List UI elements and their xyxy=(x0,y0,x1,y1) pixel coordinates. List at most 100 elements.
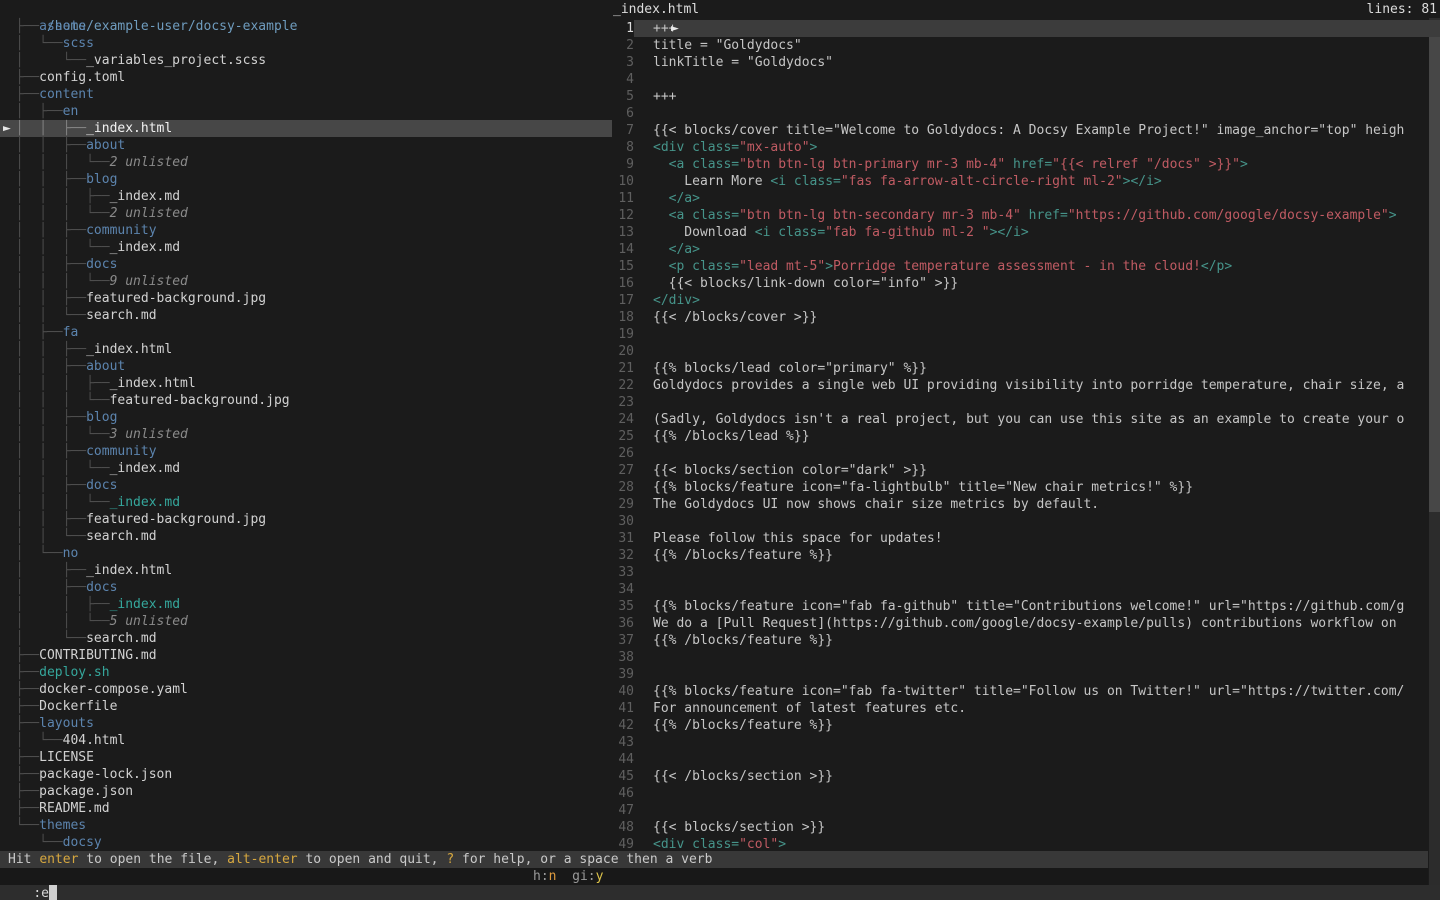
tree-item-no[interactable]: │ └──no xyxy=(0,545,612,562)
tree-item-_index.md[interactable]: │ │ │ └──_index.md xyxy=(0,460,612,477)
preview-line-26[interactable]: 26 xyxy=(604,445,1440,462)
preview-line-27[interactable]: 27{{< blocks/section color="dark" >}} xyxy=(604,462,1440,479)
preview-line-43[interactable]: 43 xyxy=(604,734,1440,751)
tree-item-2-unlisted[interactable]: │ │ │ └──2 unlisted xyxy=(0,205,612,222)
preview-line-20[interactable]: 20 xyxy=(604,343,1440,360)
preview-line-12[interactable]: 12 <a class="btn btn-lg btn-secondary mr… xyxy=(604,207,1440,224)
tree-item-docsy[interactable]: └──docsy xyxy=(0,834,612,851)
preview-line-4[interactable]: 4 xyxy=(604,71,1440,88)
tree-item-community[interactable]: │ │ ├──community xyxy=(0,443,612,460)
tree-item-package.json[interactable]: ├──package.json xyxy=(0,783,612,800)
tree-item-_index.html[interactable]: │ │ │ ├──_index.html xyxy=(0,375,612,392)
tree-item-_index.html[interactable]: │ ├──_index.html xyxy=(0,562,612,579)
tree-item-_index.html[interactable]: │ │ ├──_index.html xyxy=(0,341,612,358)
tree-item-_variables_project.scss[interactable]: │ └──_variables_project.scss xyxy=(0,52,612,69)
preview-line-29[interactable]: 29The Goldydocs UI now shows chair size … xyxy=(604,496,1440,513)
tree-item-search.md[interactable]: │ │ └──search.md xyxy=(0,528,612,545)
tree-item-license[interactable]: ├──LICENSE xyxy=(0,749,612,766)
tree-item-layouts[interactable]: ├──layouts xyxy=(0,715,612,732)
preview-line-14[interactable]: 14 </a> xyxy=(604,241,1440,258)
tree-item-community[interactable]: │ │ ├──community xyxy=(0,222,612,239)
preview-line-24[interactable]: 24(Sadly, Goldydocs isn't a real project… xyxy=(604,411,1440,428)
preview-line-31[interactable]: 31Please follow this space for updates! xyxy=(604,530,1440,547)
preview-line-44[interactable]: 44 xyxy=(604,751,1440,768)
tree-item-about[interactable]: │ │ ├──about xyxy=(0,358,612,375)
preview-line-13[interactable]: 13 Download <i class="fab fa-github ml-2… xyxy=(604,224,1440,241)
preview-line-34[interactable]: 34 xyxy=(604,581,1440,598)
preview-line-1[interactable]: 1►+++ xyxy=(604,20,1440,37)
preview-line-22[interactable]: 22Goldydocs provides a single web UI pro… xyxy=(604,377,1440,394)
tree-item-search.md[interactable]: │ └──search.md xyxy=(0,630,612,647)
tree-item-docker-compose.yaml[interactable]: ├──docker-compose.yaml xyxy=(0,681,612,698)
tree-item-config.toml[interactable]: ├──config.toml xyxy=(0,69,612,86)
preview-line-46[interactable]: 46 xyxy=(604,785,1440,802)
preview-line-32[interactable]: 32{{% /blocks/feature %}} xyxy=(604,547,1440,564)
tree-item-search.md[interactable]: │ │ └──search.md xyxy=(0,307,612,324)
preview-line-23[interactable]: 23 xyxy=(604,394,1440,411)
preview-line-33[interactable]: 33 xyxy=(604,564,1440,581)
tree-item-en[interactable]: │ ├──en xyxy=(0,103,612,120)
preview-line-11[interactable]: 11 </a> xyxy=(604,190,1440,207)
command-input-bar[interactable]: :e h:n gi:y xyxy=(0,868,1428,885)
tree-item-2-unlisted[interactable]: │ │ │ └──2 unlisted xyxy=(0,154,612,171)
tree-item-docs[interactable]: │ ├──docs xyxy=(0,579,612,596)
preview-line-30[interactable]: 30 xyxy=(604,513,1440,530)
tree-item-_index.md[interactable]: │ │ ├──_index.md xyxy=(0,596,612,613)
tree-item-blog[interactable]: │ │ ├──blog xyxy=(0,171,612,188)
tree-item-5-unlisted[interactable]: │ │ └──5 unlisted xyxy=(0,613,612,630)
preview-line-37[interactable]: 37{{% /blocks/feature %}} xyxy=(604,632,1440,649)
command-input-value[interactable]: :e xyxy=(33,886,49,900)
preview-line-48[interactable]: 48{{< blocks/section >}} xyxy=(604,819,1440,836)
preview-line-38[interactable]: 38 xyxy=(604,649,1440,666)
preview-line-15[interactable]: 15 <p class="lead mt-5">Porridge tempera… xyxy=(604,258,1440,275)
preview-line-17[interactable]: 17</div> xyxy=(604,292,1440,309)
tree-item-_index.html[interactable]: ► │ │ ├──_index.html xyxy=(0,120,612,137)
preview-line-6[interactable]: 6 xyxy=(604,105,1440,122)
tree-item-content[interactable]: ├──content xyxy=(0,86,612,103)
preview-line-7[interactable]: 7{{< blocks/cover title="Welcome to Gold… xyxy=(604,122,1440,139)
preview-line-9[interactable]: 9 <a class="btn btn-lg btn-primary mr-3 … xyxy=(604,156,1440,173)
preview-line-47[interactable]: 47 xyxy=(604,802,1440,819)
preview-line-42[interactable]: 42{{% /blocks/feature %}} xyxy=(604,717,1440,734)
tree-item-featured-background.jpg[interactable]: │ │ │ └──featured-background.jpg xyxy=(0,392,612,409)
preview-line-40[interactable]: 40{{% blocks/feature icon="fab fa-twitte… xyxy=(604,683,1440,700)
tree-item-scss[interactable]: │ └──scss xyxy=(0,35,612,52)
tree-item-deploy.sh[interactable]: ├──deploy.sh xyxy=(0,664,612,681)
preview-line-25[interactable]: 25{{% /blocks/lead %}} xyxy=(604,428,1440,445)
tree-item-_index.md[interactable]: │ │ │ └──_index.md xyxy=(0,494,612,511)
tree-root-path[interactable]: /home/example-user/docsy-example xyxy=(0,1,612,18)
tree-item-blog[interactable]: │ │ ├──blog xyxy=(0,409,612,426)
preview-line-45[interactable]: 45{{< /blocks/section >}} xyxy=(604,768,1440,785)
tree-item-themes[interactable]: └──themes xyxy=(0,817,612,834)
preview-line-19[interactable]: 19 xyxy=(604,326,1440,343)
tree-item-docs[interactable]: │ │ ├──docs xyxy=(0,256,612,273)
tree-item-_index.md[interactable]: │ │ │ ├──_index.md xyxy=(0,188,612,205)
preview-line-2[interactable]: 2title = "Goldydocs" xyxy=(604,37,1440,54)
tree-item-readme.md[interactable]: ├──README.md xyxy=(0,800,612,817)
preview-line-36[interactable]: 36We do a [Pull Request](https://github.… xyxy=(604,615,1440,632)
preview-line-8[interactable]: 8<div class="mx-auto"> xyxy=(604,139,1440,156)
tree-item-_index.md[interactable]: │ │ │ └──_index.md xyxy=(0,239,612,256)
tree-item-assets[interactable]: ├──assets xyxy=(0,18,612,35)
tree-item-docs[interactable]: │ │ ├──docs xyxy=(0,477,612,494)
preview-line-10[interactable]: 10 Learn More <i class="fas fa-arrow-alt… xyxy=(604,173,1440,190)
preview-line-28[interactable]: 28{{% blocks/feature icon="fa-lightbulb"… xyxy=(604,479,1440,496)
tree-item-featured-background.jpg[interactable]: │ │ ├──featured-background.jpg xyxy=(0,290,612,307)
tree-item-3-unlisted[interactable]: │ │ │ └──3 unlisted xyxy=(0,426,612,443)
tree-item-fa[interactable]: │ ├──fa xyxy=(0,324,612,341)
preview-line-21[interactable]: 21{{% blocks/lead color="primary" %}} xyxy=(604,360,1440,377)
tree-item-about[interactable]: │ │ ├──about xyxy=(0,137,612,154)
preview-line-18[interactable]: 18{{< /blocks/cover >}} xyxy=(604,309,1440,326)
preview-line-16[interactable]: 16 {{< blocks/link-down color="info" >}} xyxy=(604,275,1440,292)
tree-item-contributing.md[interactable]: ├──CONTRIBUTING.md xyxy=(0,647,612,664)
preview-line-41[interactable]: 41For announcement of latest features et… xyxy=(604,700,1440,717)
tree-item-404.html[interactable]: │ └──404.html xyxy=(0,732,612,749)
preview-line-39[interactable]: 39 xyxy=(604,666,1440,683)
tree-item-dockerfile[interactable]: ├──Dockerfile xyxy=(0,698,612,715)
preview-line-3[interactable]: 3linkTitle = "Goldydocs" xyxy=(604,54,1440,71)
tree-item-featured-background.jpg[interactable]: │ │ ├──featured-background.jpg xyxy=(0,511,612,528)
tree-item-package-lock.json[interactable]: ├──package-lock.json xyxy=(0,766,612,783)
tree-item-9-unlisted[interactable]: │ │ │ └──9 unlisted xyxy=(0,273,612,290)
preview-line-35[interactable]: 35{{% blocks/feature icon="fab fa-github… xyxy=(604,598,1440,615)
preview-line-5[interactable]: 5+++ xyxy=(604,88,1440,105)
